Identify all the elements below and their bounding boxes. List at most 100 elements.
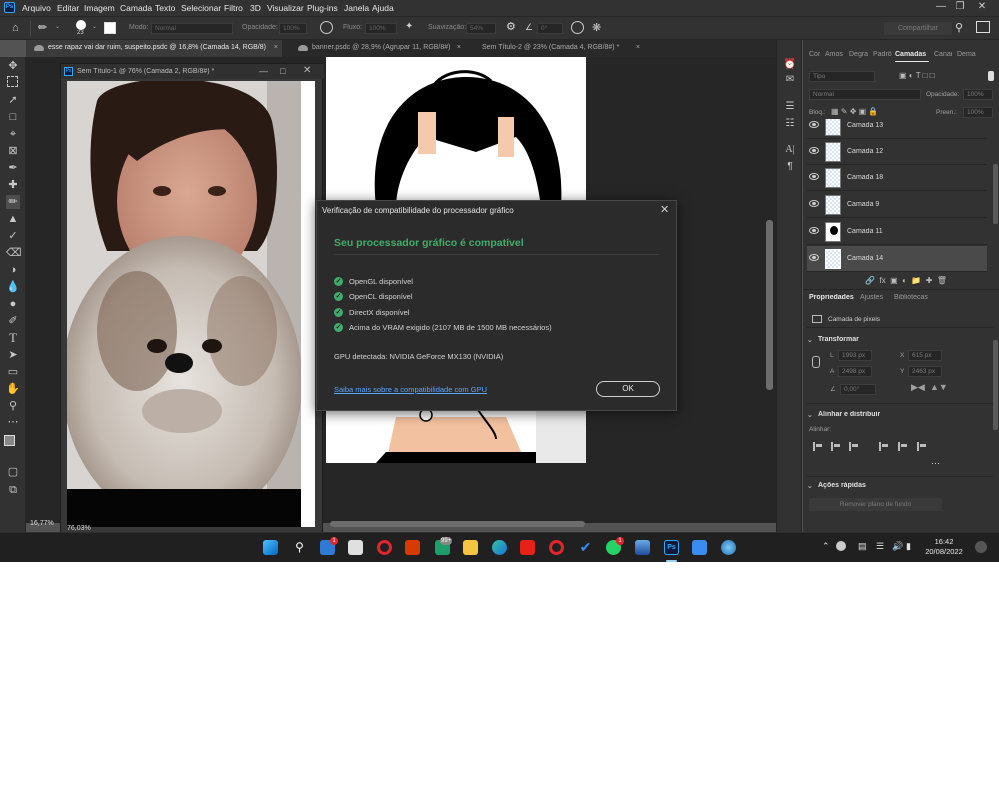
floating-zoom-status[interactable]: 76,03% — [67, 525, 91, 532]
align-middle-v-icon[interactable] — [898, 442, 908, 451]
photoshop-taskbar-icon[interactable]: Ps — [664, 540, 679, 555]
link-icon[interactable] — [812, 356, 820, 368]
flip-vertical-icon[interactable]: ▲▼ — [930, 382, 948, 392]
chevron-down-icon[interactable]: ⌄ — [807, 411, 813, 419]
windows-start-icon[interactable] — [263, 540, 278, 555]
vpn-tray-icon[interactable]: ▤ — [858, 541, 867, 552]
object-select-icon[interactable]: □ — [6, 110, 20, 124]
opacity-input[interactable]: 100% — [279, 23, 307, 34]
screen-mode-icon[interactable]: ⧉ — [6, 483, 20, 497]
menu-janela[interactable]: Janela — [344, 3, 369, 13]
tab-camadas[interactable]: Camadas — [895, 51, 926, 58]
notification-center-icon[interactable] — [975, 541, 987, 553]
menu-ajuda[interactable]: Ajuda — [372, 3, 394, 13]
menu-arquivo[interactable]: Arquivo — [22, 3, 51, 13]
y-input[interactable]: 2463 px — [908, 366, 942, 377]
minimize-icon[interactable]: — — [934, 1, 948, 14]
quick-mask-icon[interactable]: ▢ — [6, 465, 20, 479]
properties-icon[interactable]: ☷ — [783, 117, 797, 131]
chevron-up-icon[interactable]: ⌃ — [822, 541, 830, 552]
workspace-icon[interactable] — [976, 21, 990, 33]
home-icon[interactable]: ⌂ — [12, 22, 24, 34]
align-bottom-icon[interactable] — [917, 442, 927, 451]
tab-document-1[interactable]: esse rapaz vai dar ruim, suspeito.psdc @… — [26, 40, 282, 57]
brush-preset-icon[interactable] — [76, 20, 86, 30]
floating-window-titlebar[interactable]: Ps Sem Título-1 @ 76% (Camada 2, RGB/8#)… — [61, 64, 324, 79]
menu-texto[interactable]: Texto — [155, 3, 175, 13]
pen-tool-icon[interactable]: ✐ — [6, 314, 20, 328]
youtube-icon[interactable] — [520, 540, 535, 555]
flow-input[interactable]: 100% — [365, 23, 397, 34]
eye-icon[interactable] — [809, 121, 819, 128]
tab-cor[interactable]: Cor — [809, 51, 820, 58]
brush-tool-icon[interactable]: ✏ — [6, 195, 20, 209]
eye-icon[interactable] — [809, 227, 819, 234]
restore-icon[interactable]: □ — [280, 66, 285, 76]
tab-propriedades[interactable]: Propriedades — [809, 294, 854, 301]
width-input[interactable]: 1993 px — [838, 350, 872, 361]
remove-background-button[interactable]: Remover plano de fundo — [809, 498, 942, 511]
menu-3d[interactable]: 3D — [250, 3, 261, 13]
mode-select[interactable]: Normal — [151, 23, 233, 34]
ok-button[interactable]: OK — [596, 381, 660, 397]
globe-app-icon[interactable] — [721, 540, 736, 555]
system-clock[interactable]: 16:42 20/08/2022 — [918, 537, 970, 557]
chevron-down-icon[interactable]: ⌄ — [92, 23, 97, 30]
search-icon[interactable]: ⚲ — [955, 21, 967, 34]
align-top-icon[interactable] — [879, 442, 889, 451]
menu-imagem[interactable]: Imagem — [84, 3, 115, 13]
learn-more-link[interactable]: Saiba mais sobre a compatibilidade com G… — [334, 385, 487, 394]
file-explorer-icon[interactable] — [463, 540, 478, 555]
tab-document-3[interactable]: Sem Título-2 @ 23% (Camada 4, RGB/8#) * … — [474, 40, 644, 57]
type-tool-icon[interactable]: T — [6, 331, 20, 345]
blur-tool-icon[interactable]: 💧 — [6, 280, 20, 294]
tab-canais[interactable]: Canai — [934, 51, 952, 58]
align-left-icon[interactable] — [813, 442, 823, 451]
tab-amostras[interactable]: Amos — [825, 51, 843, 58]
close-tab-icon[interactable]: × — [457, 40, 461, 56]
layer-row[interactable]: Camada 12 — [807, 139, 987, 165]
share-button[interactable]: Compartilhar — [884, 22, 952, 35]
eye-icon[interactable] — [809, 200, 819, 207]
store-app-icon[interactable] — [348, 540, 363, 555]
todo-app-icon[interactable]: ✔ — [578, 540, 593, 555]
layers-scrollbar[interactable] — [993, 164, 998, 224]
tv-app-icon[interactable]: 99+ — [435, 537, 453, 555]
lasso-tool-icon[interactable]: ➚ — [6, 93, 20, 107]
menu-visualizar[interactable]: Visualizar — [267, 3, 304, 13]
angle-input[interactable]: 0° — [537, 23, 563, 34]
symmetry-icon[interactable]: ❋ — [592, 21, 605, 34]
close-icon[interactable]: ✕ — [303, 65, 311, 76]
eyedropper-icon[interactable]: ✒ — [6, 161, 20, 175]
eraser-icon[interactable]: ⌫ — [6, 246, 22, 260]
history-brush-icon[interactable]: ✓ — [6, 229, 20, 243]
healing-brush-icon[interactable]: ✚ — [6, 178, 20, 192]
pressure-opacity-icon[interactable] — [320, 21, 333, 34]
tab-document-2[interactable]: banner.psdc @ 28,9% (Agrupar 11, RGB/8#)… — [290, 40, 465, 57]
filter-toggle[interactable] — [988, 71, 994, 81]
dodge-tool-icon[interactable]: ● — [6, 297, 20, 311]
more-tools-icon[interactable]: ⋯ — [6, 415, 20, 429]
close-icon[interactable]: ✕ — [660, 203, 669, 216]
menu-selecionar[interactable]: Selecionar — [181, 3, 221, 13]
layer-actions-bar[interactable]: 🔗 fx ▣ ◐ 📁 ✚ 🗑 — [865, 276, 947, 285]
tab-padroes[interactable]: Padrõ — [873, 51, 892, 58]
properties-scrollbar[interactable] — [993, 340, 998, 430]
zoom-status[interactable]: 16,77% — [30, 520, 54, 527]
tab-demarcadores[interactable]: Dema — [957, 51, 976, 58]
layer-row-selected[interactable]: Camada 14 — [807, 246, 987, 272]
horizontal-scrollbar[interactable] — [330, 521, 585, 527]
opera-gx-icon[interactable] — [549, 540, 564, 555]
stamp-tool-icon[interactable]: ▲ — [6, 212, 20, 226]
close-tab-icon[interactable]: × — [636, 40, 640, 56]
antivirus-tray-icon[interactable] — [836, 541, 846, 551]
x-input[interactable]: 615 px — [908, 350, 942, 361]
blend-mode-select[interactable]: Normal — [809, 89, 921, 100]
chevron-down-icon[interactable]: ⌄ — [807, 336, 813, 344]
edge-browser-icon[interactable] — [492, 540, 507, 555]
office-app-icon[interactable] — [405, 540, 420, 555]
notes-app-icon[interactable] — [692, 540, 707, 555]
smoothing-input[interactable]: 54% — [466, 23, 496, 34]
brush-settings-icon[interactable] — [104, 22, 116, 34]
menu-plug-ins[interactable]: Plug-ins — [307, 3, 338, 13]
